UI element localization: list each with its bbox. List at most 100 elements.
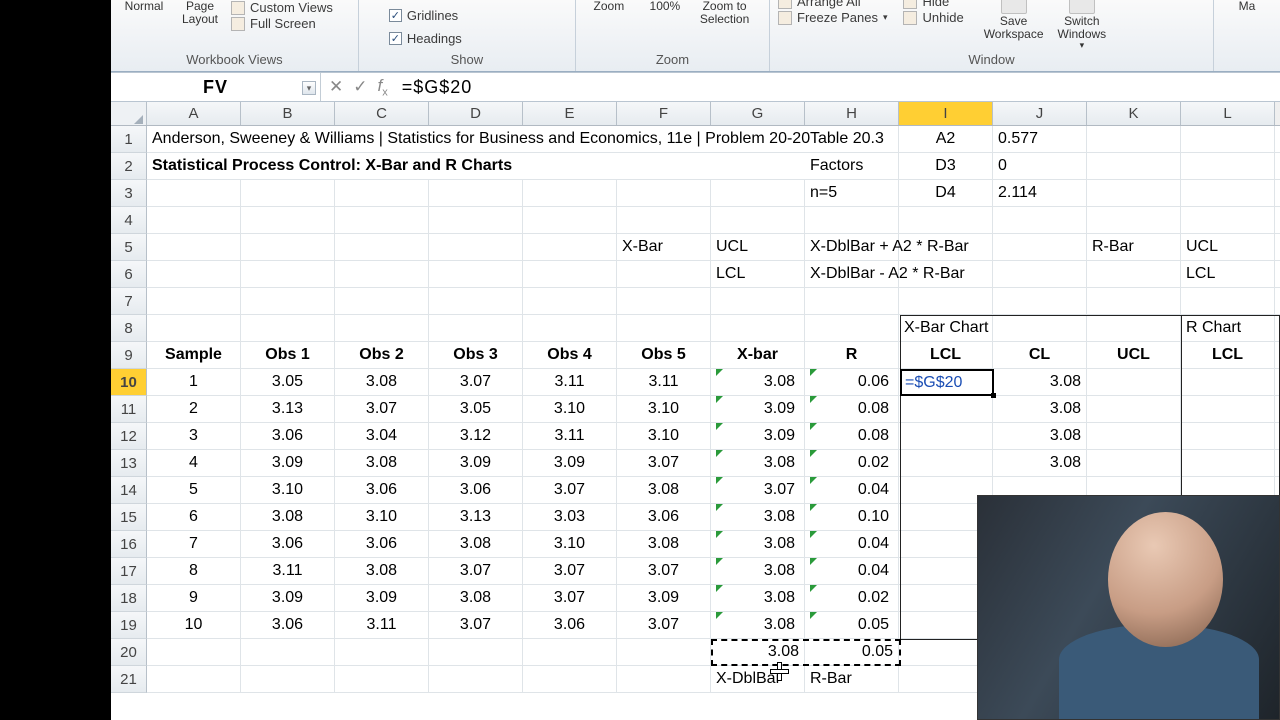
- cell[interactable]: [1181, 369, 1275, 395]
- cell[interactable]: LCL: [711, 261, 805, 287]
- zoom-button[interactable]: Zoom: [584, 0, 634, 13]
- cell[interactable]: [147, 666, 241, 692]
- cell[interactable]: [899, 234, 993, 260]
- cell[interactable]: 3.08: [711, 639, 805, 665]
- cell[interactable]: [335, 288, 429, 314]
- cell[interactable]: [993, 288, 1087, 314]
- cell[interactable]: [1087, 153, 1181, 179]
- row-header[interactable]: 10: [111, 369, 147, 396]
- cell[interactable]: [617, 639, 711, 665]
- cell[interactable]: 3.06: [335, 531, 429, 557]
- cell[interactable]: 0: [993, 153, 1087, 179]
- cell[interactable]: [993, 315, 1087, 341]
- col-header[interactable]: K: [1087, 102, 1181, 125]
- cell[interactable]: 3.08: [711, 585, 805, 611]
- cell[interactable]: 3.07: [617, 612, 711, 638]
- cell[interactable]: 2: [147, 396, 241, 422]
- cell[interactable]: [617, 666, 711, 692]
- gridlines-checkbox[interactable]: ✓Gridlines: [389, 8, 458, 23]
- cell[interactable]: [1181, 288, 1275, 314]
- cell[interactable]: 3.07: [523, 477, 617, 503]
- cell[interactable]: [335, 234, 429, 260]
- cell[interactable]: 3.08: [335, 558, 429, 584]
- cell[interactable]: [147, 234, 241, 260]
- col-header[interactable]: J: [993, 102, 1087, 125]
- cell[interactable]: [147, 261, 241, 287]
- cell[interactable]: 3.08: [711, 504, 805, 530]
- row-header[interactable]: 8: [111, 315, 147, 342]
- cell[interactable]: [711, 180, 805, 206]
- cell[interactable]: 3.11: [335, 612, 429, 638]
- cell[interactable]: 4: [147, 450, 241, 476]
- cell[interactable]: [899, 207, 993, 233]
- cell[interactable]: 3.06: [429, 477, 523, 503]
- cell[interactable]: 3.08: [711, 531, 805, 557]
- headings-checkbox[interactable]: ✓Headings: [389, 31, 462, 46]
- cell[interactable]: 3.06: [241, 531, 335, 557]
- cell[interactable]: 3.09: [711, 396, 805, 422]
- cell[interactable]: [523, 261, 617, 287]
- cell[interactable]: 3.08: [617, 531, 711, 557]
- cell[interactable]: 0.08: [805, 423, 899, 449]
- cell[interactable]: 3.08: [711, 369, 805, 395]
- cell[interactable]: Obs 5: [617, 342, 711, 368]
- cell[interactable]: UCL: [1181, 234, 1275, 260]
- cell[interactable]: 3.04: [335, 423, 429, 449]
- row-header[interactable]: 18: [111, 585, 147, 612]
- switch-windows-button[interactable]: Switch Windows▾: [1054, 0, 1111, 50]
- cell[interactable]: [899, 396, 993, 422]
- cell[interactable]: Sample: [147, 342, 241, 368]
- cell[interactable]: 3.06: [335, 477, 429, 503]
- cell[interactable]: 3.12: [429, 423, 523, 449]
- cell[interactable]: [335, 315, 429, 341]
- cell[interactable]: [241, 261, 335, 287]
- cell[interactable]: [993, 234, 1087, 260]
- cell[interactable]: 0.06: [805, 369, 899, 395]
- cell[interactable]: [899, 288, 993, 314]
- cell[interactable]: 3.07: [523, 585, 617, 611]
- cell[interactable]: [429, 666, 523, 692]
- cell[interactable]: 1: [147, 369, 241, 395]
- row-header[interactable]: 11: [111, 396, 147, 423]
- cell[interactable]: 3.08: [335, 369, 429, 395]
- cell[interactable]: [241, 315, 335, 341]
- cell[interactable]: X-DblBar + A2 * R-Bar: [805, 234, 899, 260]
- cell[interactable]: 3.06: [241, 612, 335, 638]
- row-header[interactable]: 1: [111, 126, 147, 153]
- arrange-all-button[interactable]: Arrange All: [778, 0, 887, 9]
- row-header[interactable]: 15: [111, 504, 147, 531]
- cell[interactable]: [1087, 180, 1181, 206]
- cell[interactable]: [899, 261, 993, 287]
- row-header[interactable]: 5: [111, 234, 147, 261]
- cell[interactable]: 3.08: [711, 612, 805, 638]
- cell[interactable]: Table 20.3: [805, 126, 899, 152]
- cell[interactable]: 3.10: [617, 423, 711, 449]
- cell[interactable]: 3.09: [335, 585, 429, 611]
- col-header[interactable]: E: [523, 102, 617, 125]
- cell[interactable]: [1181, 396, 1275, 422]
- cell[interactable]: 0.05: [805, 639, 899, 665]
- cell[interactable]: 3.13: [429, 504, 523, 530]
- cell[interactable]: Obs 4: [523, 342, 617, 368]
- cell[interactable]: 0.05: [805, 612, 899, 638]
- zoom-to-selection-button[interactable]: Zoom to Selection: [696, 0, 753, 25]
- cell[interactable]: [335, 180, 429, 206]
- cell[interactable]: 3.09: [241, 450, 335, 476]
- cell[interactable]: 3.09: [711, 423, 805, 449]
- cell[interactable]: [899, 450, 993, 476]
- cell[interactable]: [147, 288, 241, 314]
- cell[interactable]: 10: [147, 612, 241, 638]
- col-header-selected[interactable]: I: [899, 102, 993, 125]
- cell[interactable]: 3.09: [617, 585, 711, 611]
- cell[interactable]: [1087, 369, 1181, 395]
- unhide-button[interactable]: Unhide: [903, 10, 963, 25]
- cell[interactable]: [805, 207, 899, 233]
- cell[interactable]: 0.02: [805, 450, 899, 476]
- cell[interactable]: 3.07: [429, 369, 523, 395]
- cell[interactable]: [711, 315, 805, 341]
- cell[interactable]: [241, 180, 335, 206]
- cell[interactable]: [147, 207, 241, 233]
- full-screen-button[interactable]: Full Screen: [231, 16, 333, 31]
- cell[interactable]: 0.577: [993, 126, 1087, 152]
- cell[interactable]: 3.09: [241, 585, 335, 611]
